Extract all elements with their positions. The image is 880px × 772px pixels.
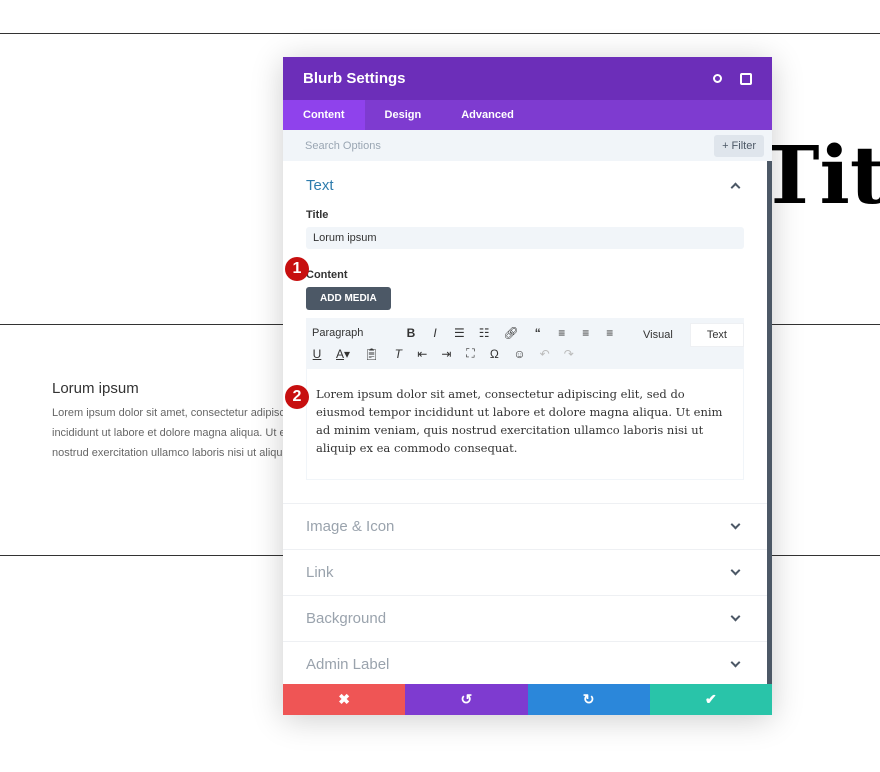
section-text-header[interactable]: Text — [283, 161, 767, 209]
undo-icon[interactable]: ↶ — [540, 347, 550, 361]
section-title: Image & Icon — [306, 518, 395, 535]
search-bar: Search Options + Filter — [283, 130, 772, 161]
background-title: Titl — [760, 128, 880, 222]
step-badge: 2 — [285, 385, 309, 409]
format-select[interactable]: Paragraph — [312, 327, 392, 339]
chevron-up-icon — [730, 182, 741, 192]
underline-icon[interactable]: U — [312, 347, 322, 361]
blockquote-icon[interactable]: “ — [533, 326, 543, 340]
section-image-icon[interactable]: Image & Icon — [283, 504, 767, 550]
focus-icon[interactable] — [713, 74, 722, 83]
step-badge: 1 — [285, 257, 309, 281]
blurb-title: Lorum ipsum — [52, 380, 139, 397]
bullet-list-icon[interactable]: ☰ — [454, 326, 465, 340]
tab-content[interactable]: Content — [283, 100, 365, 130]
link-icon[interactable]: 🔗︎ — [504, 326, 519, 340]
background-blurb: Lorum ipsum Lorem ipsum dolor sit amet, … — [52, 380, 292, 463]
blurb-line: nostrud exercitation ullamco laboris nis… — [52, 447, 292, 459]
modal-header: Blurb Settings — [283, 57, 772, 100]
section-admin-label[interactable]: Admin Label — [283, 642, 767, 688]
blurb-line: incididunt ut labore et dolore magna ali… — [52, 427, 292, 439]
text-color-icon[interactable]: A▾ — [336, 347, 350, 361]
content-label: Content — [306, 269, 348, 281]
content-editor[interactable]: Lorem ipsum dolor sit amet, consectetur … — [306, 368, 744, 480]
redo-icon: ↻ — [582, 691, 595, 707]
blurb-line: Lorem ipsum dolor sit amet, consectetur … — [52, 407, 292, 419]
emoji-icon[interactable]: ☺ — [513, 347, 525, 361]
close-icon: ✖ — [338, 691, 350, 707]
chevron-down-icon — [730, 611, 741, 622]
section-background[interactable]: Background — [283, 596, 767, 642]
section-link[interactable]: Link — [283, 550, 767, 596]
discard-button[interactable]: ✖ — [283, 684, 406, 715]
undo-icon: ↺ — [460, 691, 473, 707]
clear-format-icon[interactable]: T — [393, 347, 403, 361]
fullscreen-icon[interactable]: ⛶ — [465, 346, 475, 361]
paste-icon[interactable]: 📋︎ — [364, 347, 379, 361]
tab-text[interactable]: Text — [689, 323, 744, 347]
section-title: Text — [306, 176, 334, 194]
tab-design[interactable]: Design — [365, 100, 442, 130]
blurb-settings-modal: Blurb Settings Content Design Advanced S… — [283, 57, 772, 715]
check-icon: ✔ — [705, 691, 717, 707]
divider — [0, 33, 880, 34]
italic-icon[interactable]: I — [430, 326, 440, 340]
tab-advanced[interactable]: Advanced — [441, 100, 534, 130]
chevron-down-icon — [730, 657, 741, 668]
section-title: Admin Label — [306, 656, 390, 673]
modal-title: Blurb Settings — [303, 70, 406, 87]
chevron-down-icon — [730, 519, 741, 530]
search-input[interactable]: Search Options — [305, 140, 714, 152]
align-left-icon[interactable]: ≡ — [557, 326, 567, 340]
add-media-button[interactable]: ADD MEDIA — [306, 287, 391, 310]
numbered-list-icon[interactable]: ☷ — [479, 326, 490, 340]
section-title: Background — [306, 610, 387, 627]
bold-icon[interactable]: B — [406, 326, 416, 340]
redo-icon[interactable]: ↷ — [564, 347, 574, 361]
tabs: Content Design Advanced — [283, 100, 772, 130]
align-center-icon[interactable]: ≡ — [581, 326, 591, 340]
redo-button[interactable]: ↻ — [527, 684, 650, 715]
chevron-down-icon — [730, 565, 741, 576]
title-input[interactable]: Lorum ipsum — [306, 227, 744, 249]
tab-visual[interactable]: Visual — [626, 323, 690, 347]
undo-button[interactable]: ↺ — [405, 684, 528, 715]
special-char-icon[interactable]: Ω — [489, 347, 499, 361]
save-button[interactable]: ✔ — [649, 684, 772, 715]
indent-icon[interactable]: ⇥ — [441, 347, 451, 361]
sidebar-layout-icon[interactable] — [740, 72, 752, 85]
section-title: Link — [306, 564, 334, 581]
outdent-icon[interactable]: ⇤ — [417, 347, 427, 361]
align-right-icon[interactable]: ≡ — [605, 326, 615, 340]
title-label: Title — [306, 209, 329, 221]
filter-button[interactable]: + Filter — [714, 134, 764, 157]
